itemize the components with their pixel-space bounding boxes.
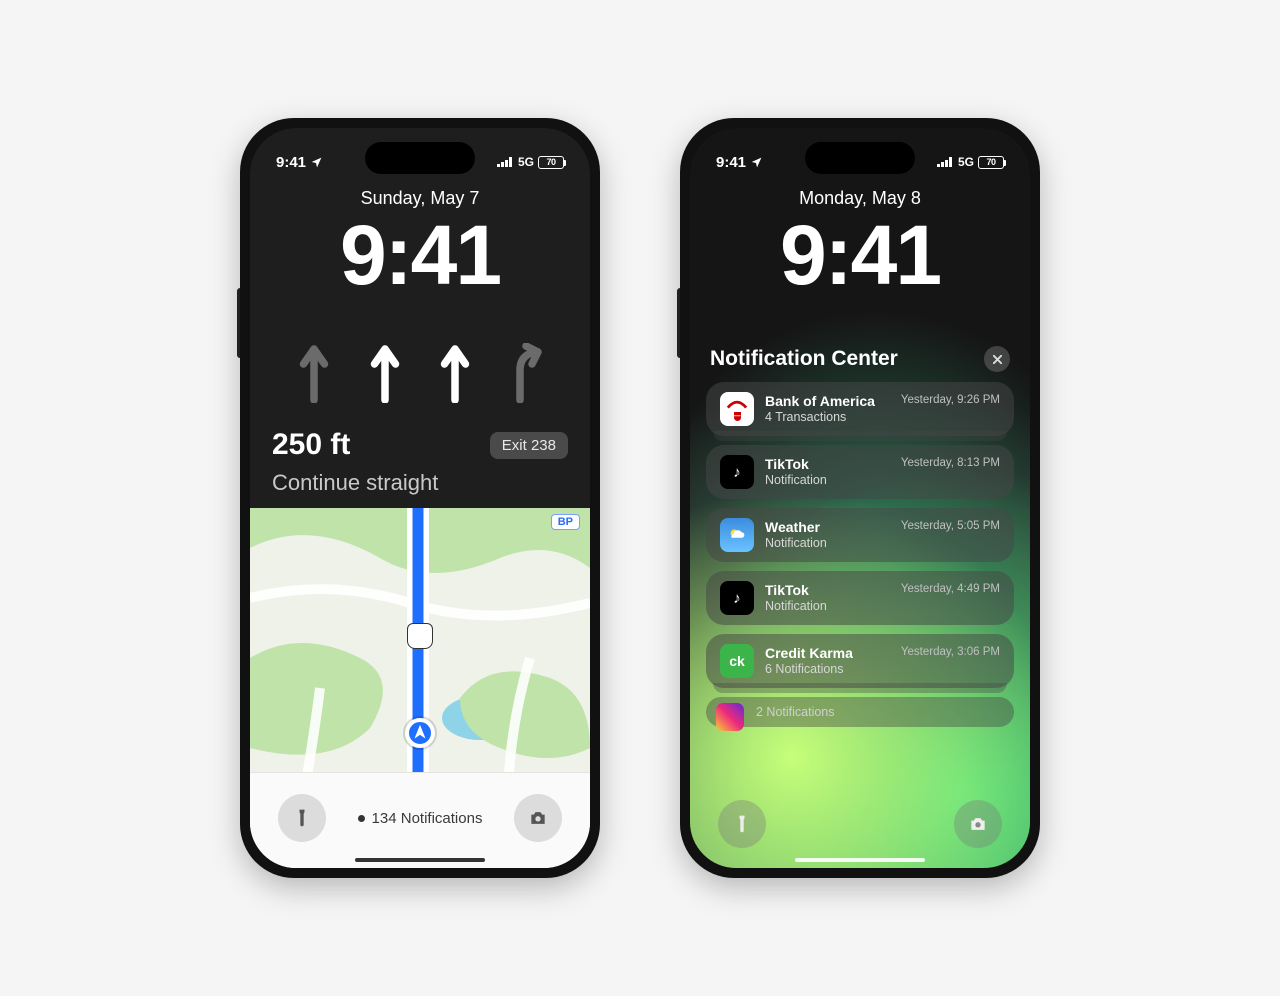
camera-button[interactable] (514, 794, 562, 842)
notification-subtitle: Notification (765, 599, 890, 614)
tiktok-icon: ♪ (720, 455, 754, 489)
current-location-icon (405, 718, 435, 748)
notification-time: Yesterday, 3:06 PM (901, 646, 1000, 658)
phone-left: 9:41 5G 70 Sunday, May 7 9:41 (240, 118, 600, 878)
nav-instruction: Continue straight (272, 470, 568, 496)
notification-list[interactable]: — Bank of America4 Transactions Yesterday,… (706, 382, 1014, 788)
notification-card[interactable]: ♪ TikTokNotification Yesterday, 4:49 PM (706, 571, 1014, 625)
lock-time: 9:41 (690, 213, 1030, 297)
map-poi-bp[interactable]: BP (551, 514, 580, 530)
notification-app: Bank of America (765, 393, 890, 410)
notification-time: Yesterday, 5:05 PM (901, 520, 1000, 532)
flashlight-button[interactable] (718, 800, 766, 848)
notification-count[interactable]: 134 Notifications (358, 810, 483, 827)
weather-icon (720, 518, 754, 552)
lock-screen-navigation: 9:41 5G 70 Sunday, May 7 9:41 (250, 128, 590, 868)
lane-straight-icon (437, 343, 473, 403)
lane-guidance (250, 343, 590, 403)
notification-app: TikTok (765, 582, 890, 599)
notification-center-close-button[interactable] (984, 346, 1010, 372)
notification-app: Weather (765, 519, 890, 536)
status-network: 5G (518, 155, 534, 169)
home-indicator[interactable] (355, 858, 485, 863)
notification-card[interactable]: — Bank of America4 Transactions Yesterday,… (706, 382, 1014, 436)
notification-time: Yesterday, 4:49 PM (901, 583, 1000, 595)
status-time: 9:41 (276, 154, 306, 171)
dynamic-island (805, 142, 915, 174)
status-time: 9:41 (716, 154, 746, 171)
nav-exit-badge: Exit 238 (490, 432, 568, 459)
home-indicator[interactable] (795, 858, 925, 863)
lock-time: 9:41 (250, 213, 590, 297)
tiktok-icon: ♪ (720, 581, 754, 615)
notification-card[interactable]: ♪ TikTokNotification Yesterday, 8:13 PM (706, 445, 1014, 499)
route-shield-icon (407, 623, 433, 649)
flashlight-icon (292, 808, 312, 828)
lane-straight-icon (367, 343, 403, 403)
notification-app: TikTok (765, 456, 890, 473)
location-icon (750, 156, 763, 169)
notification-card[interactable]: WeatherNotification Yesterday, 5:05 PM (706, 508, 1014, 562)
notification-card-peek[interactable]: 2 Notifications (706, 697, 1014, 727)
instagram-icon (716, 703, 744, 731)
nav-live-activity[interactable]: Sunday, May 7 9:41 250 ft Exit 238 Conti… (250, 128, 590, 568)
signal-icon (497, 157, 512, 167)
camera-button[interactable] (954, 800, 1002, 848)
signal-icon (937, 157, 952, 167)
bofa-icon: — (720, 392, 754, 426)
notification-center-title: Notification Center (710, 347, 898, 371)
notification-subtitle: 4 Transactions (765, 410, 890, 425)
status-network: 5G (958, 155, 974, 169)
notification-time: Yesterday, 9:26 PM (901, 394, 1000, 406)
notification-subtitle: Notification (765, 536, 890, 551)
location-icon (310, 156, 323, 169)
lock-screen-notification-center: 9:41 5G 70 Monday, May 8 9:41 Notificati… (690, 128, 1030, 868)
lane-straight-dim-icon (296, 343, 332, 403)
camera-icon (528, 808, 548, 828)
lane-right-dim-icon (508, 343, 544, 403)
dynamic-island (365, 142, 475, 174)
lock-date: Sunday, May 7 (250, 188, 590, 209)
battery-icon: 70 (538, 156, 564, 169)
lock-date: Monday, May 8 (690, 188, 1030, 209)
flashlight-button[interactable] (278, 794, 326, 842)
flashlight-icon (732, 814, 752, 834)
notification-time: Yesterday, 8:13 PM (901, 457, 1000, 469)
battery-icon: 70 (978, 156, 1004, 169)
notification-card[interactable]: ck Credit Karma6 Notifications Yesterday, … (706, 634, 1014, 688)
phone-right: 9:41 5G 70 Monday, May 8 9:41 Notificati… (680, 118, 1040, 878)
notification-subtitle: 6 Notifications (765, 662, 890, 677)
nav-distance: 250 ft (272, 428, 350, 462)
close-icon (992, 354, 1003, 365)
notification-subtitle: Notification (765, 473, 890, 488)
creditkarma-icon: ck (720, 644, 754, 678)
notification-app: Credit Karma (765, 645, 890, 662)
dot-icon (358, 815, 365, 822)
camera-icon (968, 814, 988, 834)
